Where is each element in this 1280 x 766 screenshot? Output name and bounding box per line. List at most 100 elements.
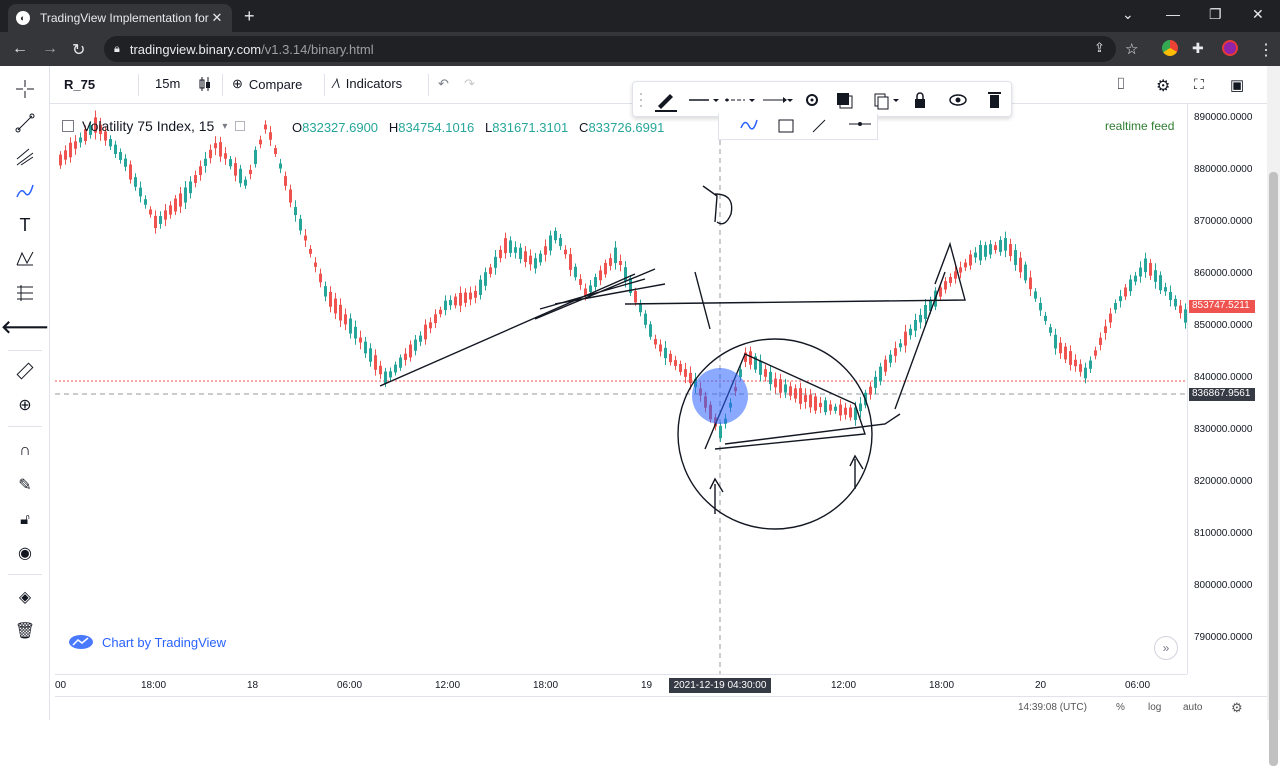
collapse-arrow-icon[interactable]: 🡐	[1, 314, 49, 340]
candle-body	[169, 205, 172, 215]
brush-icon[interactable]	[12, 178, 38, 204]
chart-pane[interactable]	[55, 104, 1187, 674]
toolbar-divider	[138, 74, 139, 96]
percent-toggle[interactable]: %	[1116, 702, 1125, 713]
candle-body	[1079, 364, 1082, 372]
clone-icon[interactable]	[874, 93, 899, 110]
sub-rect-icon[interactable]	[778, 119, 794, 133]
pattern-icon[interactable]	[12, 246, 38, 272]
trend-line-icon[interactable]	[12, 110, 38, 136]
prediction-icon[interactable]	[12, 280, 38, 306]
line-color-icon[interactable]	[655, 94, 677, 112]
ruler-icon[interactable]	[12, 358, 38, 384]
candle-body	[1064, 346, 1067, 360]
reload-icon[interactable]: ↻	[72, 40, 85, 60]
maximize-button[interactable]: ❐	[1209, 6, 1222, 23]
compare-icon: ⊕	[232, 76, 243, 91]
line-end-icon[interactable]	[763, 97, 793, 103]
candle-body	[919, 314, 922, 323]
high-value: 834754.1016	[398, 120, 475, 135]
last-price-label: 853747.5211	[1189, 300, 1255, 313]
crosshair-price-label: 836867.9561	[1189, 388, 1255, 401]
candle-body	[944, 281, 947, 290]
settings-gear-icon[interactable]: ⚙	[1156, 76, 1170, 96]
line-width-icon[interactable]	[689, 99, 719, 102]
close-window-button[interactable]: ✕	[1252, 6, 1264, 23]
forward-icon[interactable]: →	[42, 40, 58, 58]
drag-handle-icon[interactable]	[640, 93, 642, 107]
stay-drawing-icon[interactable]: ✎	[12, 472, 38, 498]
share-icon[interactable]: ⇪	[1094, 40, 1105, 56]
save-icon[interactable]: ▣	[1230, 76, 1244, 94]
legend-collapse-icon[interactable]	[62, 120, 74, 132]
chevron-down-icon[interactable]: ▾	[222, 121, 227, 132]
extension-chrome-icon[interactable]	[1162, 40, 1178, 56]
log-toggle[interactable]: log	[1148, 702, 1161, 713]
utc-clock[interactable]: 14:39:08 (UTC)	[1018, 702, 1087, 713]
candle-body	[264, 124, 267, 130]
scrollbar-thumb[interactable]	[1269, 172, 1278, 766]
url-field[interactable]: 🔒︎ tradingview.binary.com/v1.3.14/binary…	[104, 36, 1116, 62]
candle-body	[764, 369, 767, 377]
minimize-button[interactable]: —	[1166, 6, 1180, 22]
candle-body	[1009, 244, 1012, 256]
bookmark-star-icon[interactable]: ☆	[1125, 40, 1138, 58]
legend-settings-icon[interactable]	[235, 121, 246, 131]
scroll-to-realtime-button[interactable]: »	[1154, 636, 1178, 660]
sub-brush-icon[interactable]	[740, 119, 758, 130]
candle-body	[1014, 250, 1017, 265]
compare-button[interactable]: ⊕ Compare	[232, 76, 302, 92]
candle-body	[329, 291, 332, 307]
back-icon[interactable]: ←	[12, 40, 28, 58]
hide-drawing-icon[interactable]	[949, 94, 967, 106]
trash-icon[interactable]: 🗑︎	[12, 618, 38, 644]
extensions-puzzle-icon[interactable]: ✚	[1192, 40, 1204, 57]
new-tab-button[interactable]: +	[244, 6, 255, 27]
candle-body	[664, 347, 667, 359]
lock-drawing-icon[interactable]	[915, 92, 925, 108]
candle-body	[1179, 305, 1182, 314]
pitchfork-icon[interactable]	[12, 144, 38, 170]
symbol-search[interactable]: R_75	[64, 77, 95, 92]
indicators-label: Indicators	[345, 76, 403, 91]
line-style-icon[interactable]	[725, 98, 755, 103]
visibility-icon[interactable]	[837, 93, 853, 109]
browser-tab[interactable]: ◐ TradingView Implementation for ✕	[8, 4, 232, 32]
eye-icon[interactable]: ◉	[12, 540, 38, 566]
auto-toggle[interactable]: auto	[1183, 702, 1202, 713]
indicators-button[interactable]: ⁄\ Indicators	[334, 76, 402, 91]
object-tree-icon[interactable]: ◈	[12, 584, 38, 610]
browser-menu-icon[interactable]: ⋮	[1258, 40, 1274, 60]
camera-icon[interactable]: ⌷	[1116, 76, 1126, 94]
text-tool-icon[interactable]: T	[12, 212, 38, 238]
profile-avatar[interactable]	[1222, 40, 1238, 56]
crosshair-icon[interactable]	[12, 76, 38, 102]
page-scrollbar[interactable]	[1267, 66, 1280, 766]
redo-icon[interactable]: ↷	[464, 76, 475, 92]
chart-type-icon[interactable]	[198, 76, 212, 92]
sub-horizontal-icon[interactable]	[849, 122, 871, 126]
candle-body	[129, 164, 132, 180]
undo-icon[interactable]: ↶	[438, 76, 449, 92]
drawing-settings-icon[interactable]	[806, 94, 818, 106]
tab-close-icon[interactable]: ✕	[210, 10, 224, 26]
candle-body	[954, 271, 957, 279]
magnet-icon[interactable]: ∩	[12, 438, 38, 464]
fullscreen-icon[interactable]: ⛶	[1194, 76, 1204, 93]
interval-button[interactable]: 15m	[155, 76, 180, 91]
candle-body	[214, 143, 217, 149]
scale-settings-gear-icon[interactable]: ⚙	[1231, 700, 1243, 716]
delete-drawing-icon[interactable]	[988, 92, 1001, 108]
tradingview-watermark[interactable]: Chart by TradingView	[68, 634, 226, 650]
tab-search-icon[interactable]: ⌄	[1122, 6, 1134, 23]
series-legend: Volatility 75 Index, 15 ▾	[62, 118, 246, 134]
lock-drawings-icon[interactable]: 🔓︎	[12, 506, 38, 532]
candle-body	[569, 254, 572, 270]
candle-body	[154, 215, 157, 229]
zoom-in-icon[interactable]: ⊕	[12, 392, 38, 418]
time-tick-label: 06:00	[337, 680, 363, 691]
candle-body	[189, 181, 192, 194]
candle-body	[524, 251, 527, 263]
sub-line-icon[interactable]	[812, 119, 826, 133]
time-scale[interactable]: 00 18:00 18 06:00 12:00 18:00 19 12:00 18:00 20 06…	[55, 674, 1187, 696]
